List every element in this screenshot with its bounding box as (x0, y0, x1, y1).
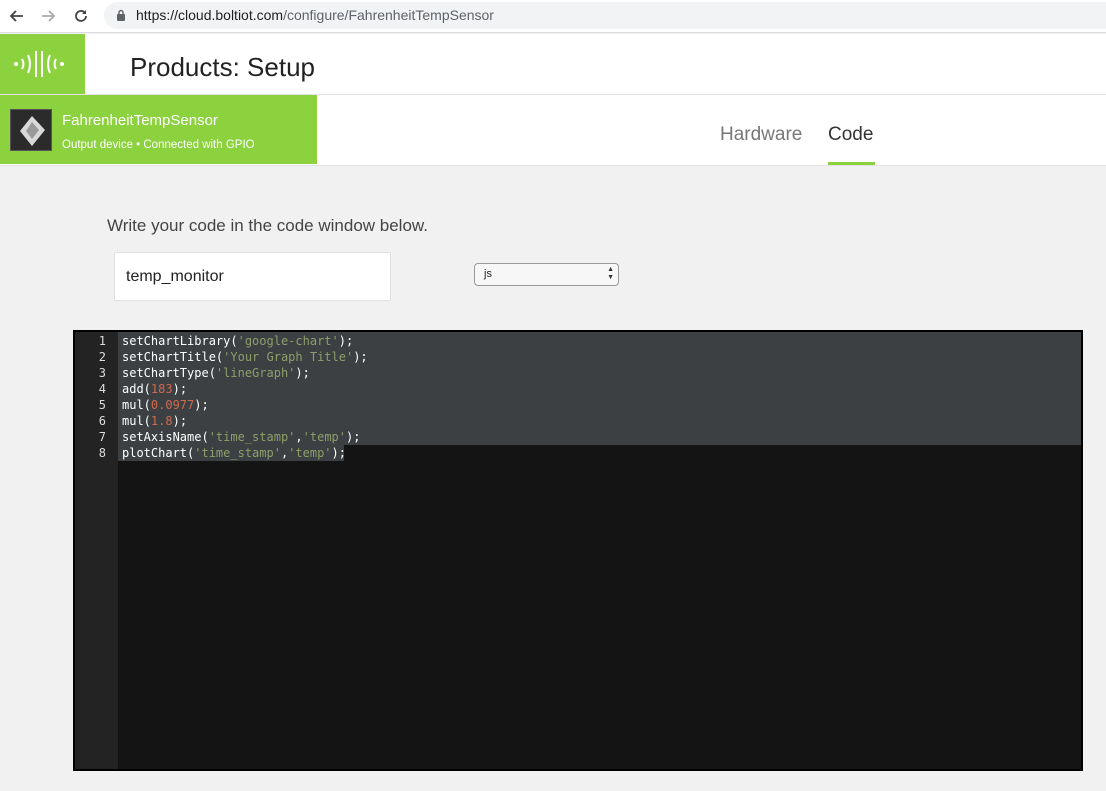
code-text: mul( (122, 398, 151, 412)
code-editor[interactable]: 1 2 3 4 5 6 7 8 setChartLibrary('google-chart')… (73, 330, 1083, 771)
line-number: 3 (98, 366, 106, 380)
line-number: 1 (98, 334, 106, 348)
code-instruction: Write your code in the code window below… (107, 216, 428, 235)
forward-icon[interactable] (37, 5, 59, 27)
code-text: ); (194, 398, 209, 412)
code-line: plotChart('time_stamp','temp'); (122, 446, 346, 460)
url-path: /configure/FahrenheitTempSensor (283, 7, 494, 23)
code-line: setChartType('lineGraph'); (122, 366, 310, 380)
code-text: , (295, 430, 303, 444)
code-text: ); (172, 382, 188, 396)
device-name: FahrenheitTempSensor (62, 112, 218, 129)
line-number: 6 (98, 414, 106, 428)
code-string: 'temp' (302, 430, 346, 444)
language-select[interactable]: js ▲ ▼ (474, 263, 619, 286)
reload-icon[interactable] (70, 5, 92, 27)
code-string: 'google-chart' (237, 334, 339, 348)
product-subheader: FahrenheitTempSensor Output device • Con… (0, 95, 1106, 166)
page-title: Products: Setup (130, 52, 315, 82)
tab-hardware[interactable]: Hardware (720, 124, 802, 146)
code-line: setChartTitle('Your Graph Title'); (122, 350, 368, 364)
code-text: setChartTitle( (122, 350, 224, 364)
code-line: mul(0.0977); (122, 398, 209, 412)
device-image (10, 109, 52, 151)
file-name-input[interactable] (114, 252, 391, 301)
code-number: 183 (150, 382, 173, 396)
code-text: setChartLibrary( (122, 334, 238, 348)
select-arrows-icon: ▲ ▼ (607, 266, 614, 281)
line-number: 8 (98, 446, 106, 460)
code-number: 1.8 (150, 414, 173, 428)
line-number-gutter: 1 2 3 4 5 6 7 8 (75, 332, 118, 769)
code-text: ); (172, 414, 188, 428)
code-text: ); (338, 334, 354, 348)
code-line: setChartLibrary('google-chart'); (122, 334, 353, 348)
code-text: setAxisName( (122, 430, 209, 444)
code-text: ); (295, 366, 310, 380)
code-text: add( (122, 382, 151, 396)
browser-toolbar: https://cloud.boltiot.com/configure/Fahr… (0, 0, 1106, 33)
code-text: plotChart( (122, 446, 195, 460)
lock-icon (117, 9, 125, 21)
language-select-value: js (484, 268, 492, 280)
code-text: ); (346, 430, 361, 444)
code-text: setChartType( (122, 366, 216, 380)
text-selection (118, 332, 1081, 445)
code-line: setAxisName('time_stamp','temp'); (122, 430, 360, 444)
code-string: 'time_stamp' (194, 446, 281, 460)
address-bar[interactable]: https://cloud.boltiot.com/configure/Fahr… (104, 2, 1106, 29)
code-text: mul( (122, 414, 151, 428)
line-number: 7 (98, 430, 106, 444)
device-card: FahrenheitTempSensor Output device • Con… (0, 95, 317, 164)
code-number: 0.0977 (150, 398, 195, 412)
code-text: ); (353, 350, 368, 364)
code-line: mul(1.8); (122, 414, 187, 428)
code-string: 'time_stamp' (208, 430, 296, 444)
code-text: ); (331, 446, 346, 460)
code-string: 'temp' (288, 446, 332, 460)
line-number: 4 (98, 382, 106, 396)
tab-code[interactable]: Code (828, 124, 873, 146)
top-header: Products: Setup (0, 34, 1106, 95)
code-line: add(183); (122, 382, 187, 396)
code-string: 'lineGraph' (215, 366, 296, 380)
code-string: 'Your Graph Title' (223, 350, 354, 364)
active-tab-indicator (828, 162, 875, 165)
url-text: https://cloud.boltiot.com/configure/Fahr… (136, 7, 494, 23)
line-number: 5 (98, 398, 106, 412)
url-host: https://cloud.boltiot.com (136, 7, 284, 23)
line-number: 2 (98, 350, 106, 364)
device-status: Output device • Connected with GPIO (62, 139, 255, 151)
back-icon[interactable] (6, 5, 28, 27)
bolt-logo[interactable] (0, 34, 85, 94)
